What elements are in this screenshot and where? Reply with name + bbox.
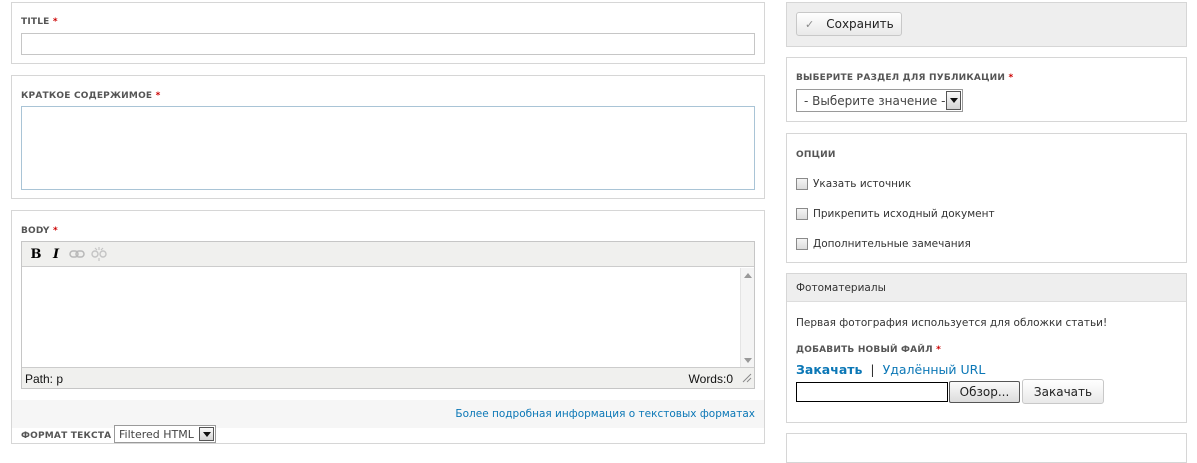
add-file-label: ДОБАВИТЬ НОВЫЙ ФАЙЛ * (796, 345, 942, 355)
format-label: ФОРМАТ ТЕКСТА (21, 431, 112, 441)
body-content-area[interactable] (22, 268, 740, 368)
photos-panel: Фотоматериалы Первая фотография использу… (786, 273, 1187, 423)
browse-button[interactable]: Обзор... (949, 381, 1020, 403)
section-select-arrow-icon[interactable] (946, 91, 961, 110)
editor-toolbar: B I (22, 242, 754, 267)
upload-tabs: Закачать | Удалённый URL (796, 362, 985, 377)
format-select[interactable]: Filtered HTML (114, 425, 216, 443)
option-attach-document[interactable]: Прикрепить исходный документ (796, 208, 995, 220)
options-panel: ОПЦИИ Указать источник Прикрепить исходн… (786, 133, 1187, 263)
option-source-label: Указать источник (813, 178, 912, 190)
option-additional-notes[interactable]: Дополнительные замечания (796, 238, 971, 250)
option-attach-document-checkbox[interactable] (796, 208, 808, 220)
option-additional-notes-label: Дополнительные замечания (813, 238, 971, 250)
tab-upload[interactable]: Закачать (796, 362, 862, 377)
tab-separator: | (870, 362, 875, 377)
photos-title: Фотоматериалы (796, 282, 886, 294)
editor-statusbar: Path: p Words:0 (22, 367, 754, 388)
option-source-checkbox[interactable] (796, 178, 808, 190)
editor-scrollbar[interactable] (740, 268, 754, 368)
section-label: ВЫБЕРИТЕ РАЗДЕЛ ДЛЯ ПУБЛИКАЦИИ * (796, 73, 1014, 83)
italic-button[interactable]: I (46, 247, 66, 262)
body-label: BODY * (21, 226, 58, 236)
body-editor: B I Path: p Words:0 (21, 241, 755, 389)
check-icon: ✓ (805, 17, 815, 31)
option-attach-document-label: Прикрепить исходный документ (813, 208, 995, 220)
unlink-icon[interactable] (88, 247, 110, 261)
editor-word-count: Words:0 (688, 372, 733, 386)
bold-button[interactable]: B (26, 247, 46, 262)
photos-header: Фотоматериалы (787, 274, 1186, 302)
format-help-link[interactable]: Более подробная информация о текстовых ф… (455, 408, 755, 420)
body-panel: BODY * B I Path: p Words:0 Более подробн… (11, 210, 765, 444)
section-select-value: - Выберите значение - (804, 93, 946, 108)
upload-button[interactable]: Закачать (1022, 379, 1104, 404)
title-panel: TITLE * (11, 2, 765, 64)
summary-textarea[interactable] (21, 106, 755, 190)
format-help-row: Более подробная информация о текстовых ф… (12, 400, 764, 428)
scroll-up-icon[interactable] (744, 273, 752, 278)
option-additional-notes-checkbox[interactable] (796, 238, 808, 250)
photos-description: Первая фотография используется для облож… (796, 317, 1108, 329)
file-path-input[interactable] (796, 382, 948, 402)
summary-label: КРАТКОЕ СОДЕРЖИМОЕ * (21, 91, 161, 101)
format-select-arrow-icon[interactable] (199, 427, 214, 441)
tab-remote-url[interactable]: Удалённый URL (883, 362, 986, 377)
title-input[interactable] (21, 33, 755, 55)
resize-handle-icon[interactable] (741, 372, 752, 386)
next-panel (786, 433, 1187, 463)
option-source[interactable]: Указать источник (796, 178, 911, 190)
section-panel: ВЫБЕРИТЕ РАЗДЕЛ ДЛЯ ПУБЛИКАЦИИ * - Выбер… (786, 57, 1187, 122)
save-panel: ✓ Сохранить (786, 2, 1187, 47)
format-select-value: Filtered HTML (119, 427, 194, 441)
summary-panel: КРАТКОЕ СОДЕРЖИМОЕ * (11, 75, 765, 199)
editor-path: Path: p (25, 372, 64, 386)
link-icon[interactable] (66, 249, 88, 259)
save-button[interactable]: ✓ Сохранить (796, 12, 902, 36)
section-select[interactable]: - Выберите значение - (796, 89, 963, 112)
title-label: TITLE * (21, 17, 58, 27)
options-title: ОПЦИИ (796, 150, 836, 160)
scroll-down-icon[interactable] (744, 358, 752, 363)
